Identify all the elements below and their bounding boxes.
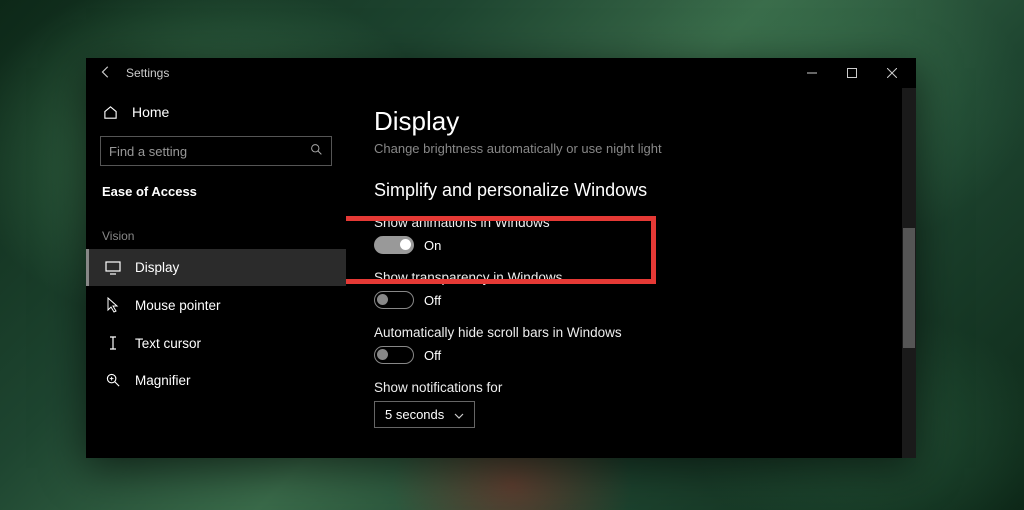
toggle-state: On (424, 238, 441, 253)
minimize-button[interactable] (792, 58, 832, 88)
setting-label: Show transparency in Windows (374, 270, 888, 285)
sidebar-item-label: Magnifier (135, 373, 191, 388)
setting-animations: Show animations in Windows On (374, 215, 888, 254)
toggle-animations[interactable] (374, 236, 414, 254)
back-button[interactable] (90, 65, 122, 82)
toggle-scrollbars[interactable] (374, 346, 414, 364)
setting-notifications: Show notifications for 5 seconds (374, 380, 888, 428)
toggle-transparency[interactable] (374, 291, 414, 309)
dropdown-value: 5 seconds (385, 407, 444, 422)
settings-window: Settings Home Ease of A (86, 58, 916, 458)
page-subheading: Change brightness automatically or use n… (374, 141, 888, 156)
sidebar-item-label: Display (135, 260, 179, 275)
sidebar-item-mouse-pointer[interactable]: Mouse pointer (86, 286, 346, 324)
sidebar-item-text-cursor[interactable]: Text cursor (86, 324, 346, 362)
toggle-state: Off (424, 293, 441, 308)
section-heading: Simplify and personalize Windows (374, 180, 888, 201)
text-cursor-icon (105, 335, 121, 351)
sidebar: Home Ease of Access Vision Display (86, 88, 346, 458)
notifications-dropdown[interactable]: 5 seconds (374, 401, 475, 428)
titlebar: Settings (86, 58, 916, 88)
magnifier-icon (105, 373, 121, 388)
setting-transparency: Show transparency in Windows Off (374, 270, 888, 309)
setting-label: Show animations in Windows (374, 215, 888, 230)
search-icon (310, 143, 323, 159)
home-nav[interactable]: Home (86, 94, 346, 130)
scrollbar-thumb[interactable] (903, 228, 915, 348)
cursor-icon (105, 297, 121, 313)
sidebar-item-magnifier[interactable]: Magnifier (86, 362, 346, 399)
chevron-down-icon (454, 407, 464, 422)
search-box[interactable] (100, 136, 332, 166)
search-input[interactable] (109, 144, 310, 159)
display-icon (105, 261, 121, 275)
setting-label: Show notifications for (374, 380, 888, 395)
toggle-state: Off (424, 348, 441, 363)
sidebar-item-display[interactable]: Display (86, 249, 346, 286)
group-label: Vision (86, 211, 346, 249)
maximize-button[interactable] (832, 58, 872, 88)
page-heading: Display (374, 106, 888, 137)
sidebar-item-label: Mouse pointer (135, 298, 221, 313)
setting-label: Automatically hide scroll bars in Window… (374, 325, 888, 340)
home-icon (102, 105, 118, 120)
home-label: Home (132, 104, 169, 120)
sidebar-item-label: Text cursor (135, 336, 201, 351)
setting-scrollbars: Automatically hide scroll bars in Window… (374, 325, 888, 364)
content-pane: Display Change brightness automatically … (346, 88, 916, 458)
app-title: Settings (122, 66, 169, 80)
category-label: Ease of Access (86, 176, 346, 211)
close-button[interactable] (872, 58, 912, 88)
